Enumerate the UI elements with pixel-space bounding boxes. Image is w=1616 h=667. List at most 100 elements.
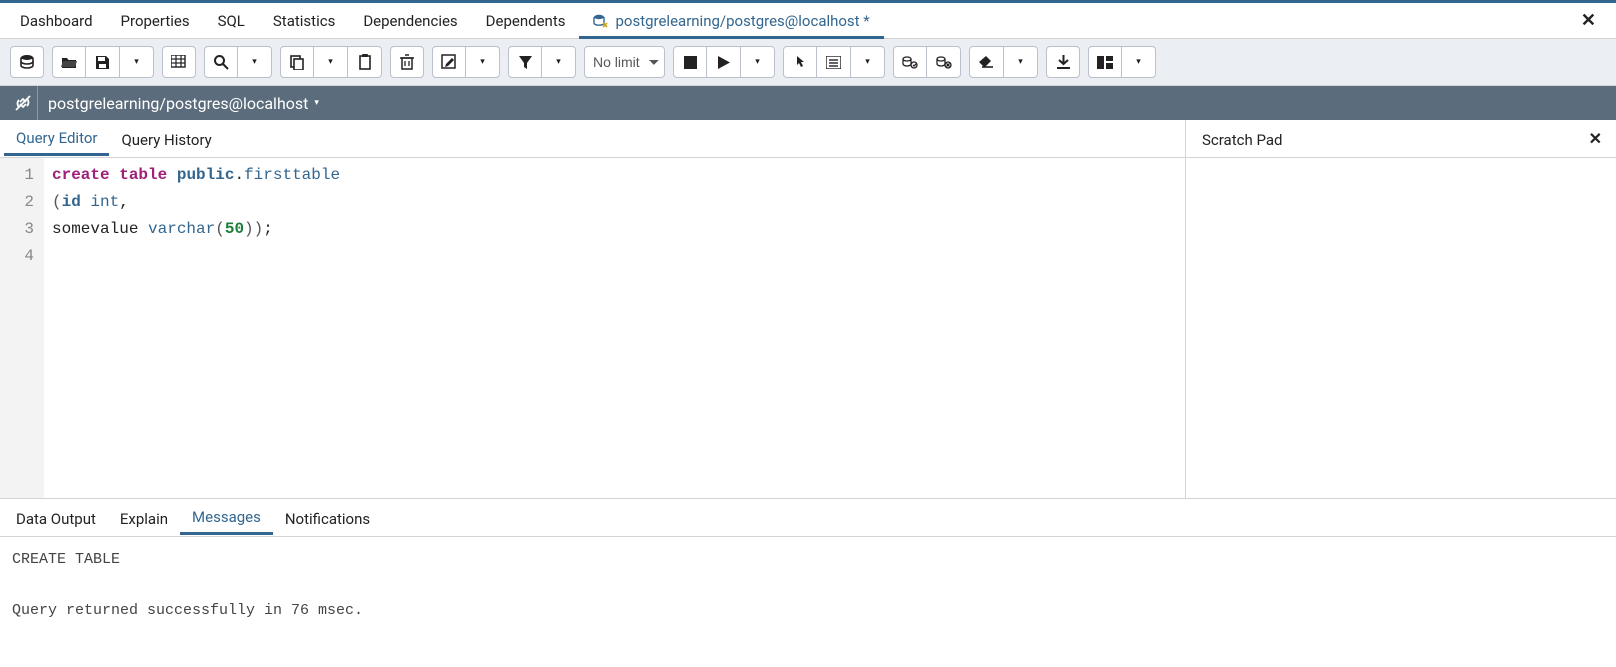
pencil-square-icon: [441, 54, 457, 70]
eraser-icon: [978, 55, 995, 69]
code-token: create: [52, 166, 110, 184]
edit-grid-button[interactable]: [162, 46, 196, 78]
connection-selector[interactable]: postgrelearning/postgres@localhost ▾: [48, 94, 319, 113]
filter-button[interactable]: [508, 46, 542, 78]
message-line: CREATE TABLE: [12, 551, 120, 568]
nav-query-tool-tab[interactable]: postgrelearning/postgres@localhost *: [579, 3, 883, 39]
nav-dependencies[interactable]: Dependencies: [349, 3, 471, 39]
toolbar: ▾ ▾ ▾ ▾ ▾ No limit ▾ ▾ ▾: [0, 39, 1616, 86]
row-limit-select[interactable]: No limit: [584, 46, 665, 78]
stop-button[interactable]: [673, 46, 707, 78]
download-icon: [1056, 54, 1071, 70]
commit-button[interactable]: [893, 46, 927, 78]
tab-query-history[interactable]: Query History: [109, 123, 223, 155]
edit-dropdown[interactable]: ▾: [466, 46, 500, 78]
tab-explain[interactable]: Explain: [108, 502, 180, 534]
trash-icon: [400, 54, 414, 70]
code-token: somevalue: [52, 220, 148, 238]
chevron-down-icon: ▾: [252, 57, 257, 67]
chevron-down-icon: ▾: [865, 57, 870, 67]
edit-button[interactable]: [432, 46, 466, 78]
search-icon: [213, 54, 229, 70]
code-token: (: [215, 220, 225, 238]
tab-messages[interactable]: Messages: [180, 500, 273, 535]
explain-analyze-button[interactable]: [817, 46, 851, 78]
line-number: 1: [12, 162, 34, 189]
paste-button[interactable]: [348, 46, 382, 78]
code-token: .: [234, 166, 244, 184]
nav-sql[interactable]: SQL: [204, 3, 259, 39]
find-dropdown[interactable]: ▾: [238, 46, 272, 78]
line-number: 4: [12, 243, 34, 270]
chevron-down-icon: ▾: [328, 57, 333, 67]
scratch-header: Scratch Pad ✕: [1186, 120, 1616, 158]
clear-dropdown[interactable]: ▾: [1004, 46, 1038, 78]
code-token: ): [254, 220, 264, 238]
layout-icon: [1097, 56, 1113, 69]
code-token: ;: [263, 220, 273, 238]
nav-statistics[interactable]: Statistics: [259, 3, 349, 39]
filter-dropdown[interactable]: ▾: [542, 46, 576, 78]
filter-icon: [518, 55, 533, 70]
tab-query-editor[interactable]: Query Editor: [4, 121, 109, 156]
explain-dropdown[interactable]: ▾: [851, 46, 885, 78]
chevron-down-icon: ▾: [556, 57, 561, 67]
copy-icon: [290, 55, 305, 70]
pointer-icon: [792, 54, 808, 70]
code-content[interactable]: create table public.firsttable(id int,so…: [44, 158, 340, 498]
delete-button[interactable]: [390, 46, 424, 78]
execute-dropdown[interactable]: ▾: [741, 46, 775, 78]
commit-icon: [902, 55, 918, 69]
code-token: 50: [225, 220, 244, 238]
scratch-pad-title: Scratch Pad: [1190, 123, 1294, 155]
top-nav: Dashboard Properties SQL Statistics Depe…: [0, 3, 1616, 39]
stop-icon: [684, 56, 697, 69]
rollback-button[interactable]: [927, 46, 961, 78]
nav-query-tool-label: postgrelearning/postgres@localhost *: [615, 12, 869, 30]
nav-properties[interactable]: Properties: [107, 3, 204, 39]
code-token: public: [177, 166, 235, 184]
download-button[interactable]: [1046, 46, 1080, 78]
output-panel: Data Output Explain Messages Notificatio…: [0, 498, 1616, 634]
clear-button[interactable]: [969, 46, 1004, 78]
code-gutter: 1 2 3 4: [0, 158, 44, 498]
code-token: id: [62, 193, 81, 211]
tab-notifications[interactable]: Notifications: [273, 502, 382, 534]
save-button[interactable]: [86, 46, 120, 78]
copy-dropdown[interactable]: ▾: [314, 46, 348, 78]
nav-dependents[interactable]: Dependents: [472, 3, 580, 39]
close-tab-button[interactable]: ✕: [1567, 4, 1610, 37]
macros-dropdown[interactable]: ▾: [1122, 46, 1156, 78]
grid-edit-icon: [171, 55, 187, 69]
chevron-down-icon: ▾: [314, 98, 319, 108]
paste-icon: [358, 54, 372, 70]
open-file-button[interactable]: [10, 46, 44, 78]
folder-open-icon: [61, 55, 77, 69]
copy-button[interactable]: [280, 46, 314, 78]
chevron-down-icon: ▾: [755, 57, 760, 67]
chevron-down-icon: ▾: [134, 57, 139, 67]
code-editor[interactable]: 1 2 3 4 create table public.firsttable(i…: [0, 158, 1185, 498]
rollback-icon: [936, 55, 952, 69]
close-scratch-button[interactable]: ✕: [1579, 129, 1612, 148]
messages-body: CREATE TABLE Query returned successfully…: [0, 537, 1616, 634]
explain-button[interactable]: [783, 46, 817, 78]
folder-open-button[interactable]: [52, 46, 86, 78]
tab-data-output[interactable]: Data Output: [4, 502, 108, 534]
output-tabs: Data Output Explain Messages Notificatio…: [0, 499, 1616, 537]
line-number: 2: [12, 189, 34, 216]
connection-status-icon[interactable]: [8, 86, 38, 120]
execute-button[interactable]: [707, 46, 741, 78]
line-number: 3: [12, 216, 34, 243]
macros-button[interactable]: [1088, 46, 1122, 78]
editor-pane: Query Editor Query History 1 2 3 4 creat…: [0, 120, 1186, 498]
message-line: Query returned successfully in 76 msec.: [12, 602, 363, 619]
save-dropdown[interactable]: ▾: [120, 46, 154, 78]
connection-bar: postgrelearning/postgres@localhost ▾: [0, 86, 1616, 120]
code-token: varchar: [148, 220, 215, 238]
save-icon: [95, 55, 110, 70]
scratch-pad-body[interactable]: [1186, 158, 1616, 498]
query-tool-icon: [593, 13, 609, 29]
find-button[interactable]: [204, 46, 238, 78]
nav-dashboard[interactable]: Dashboard: [6, 3, 107, 39]
